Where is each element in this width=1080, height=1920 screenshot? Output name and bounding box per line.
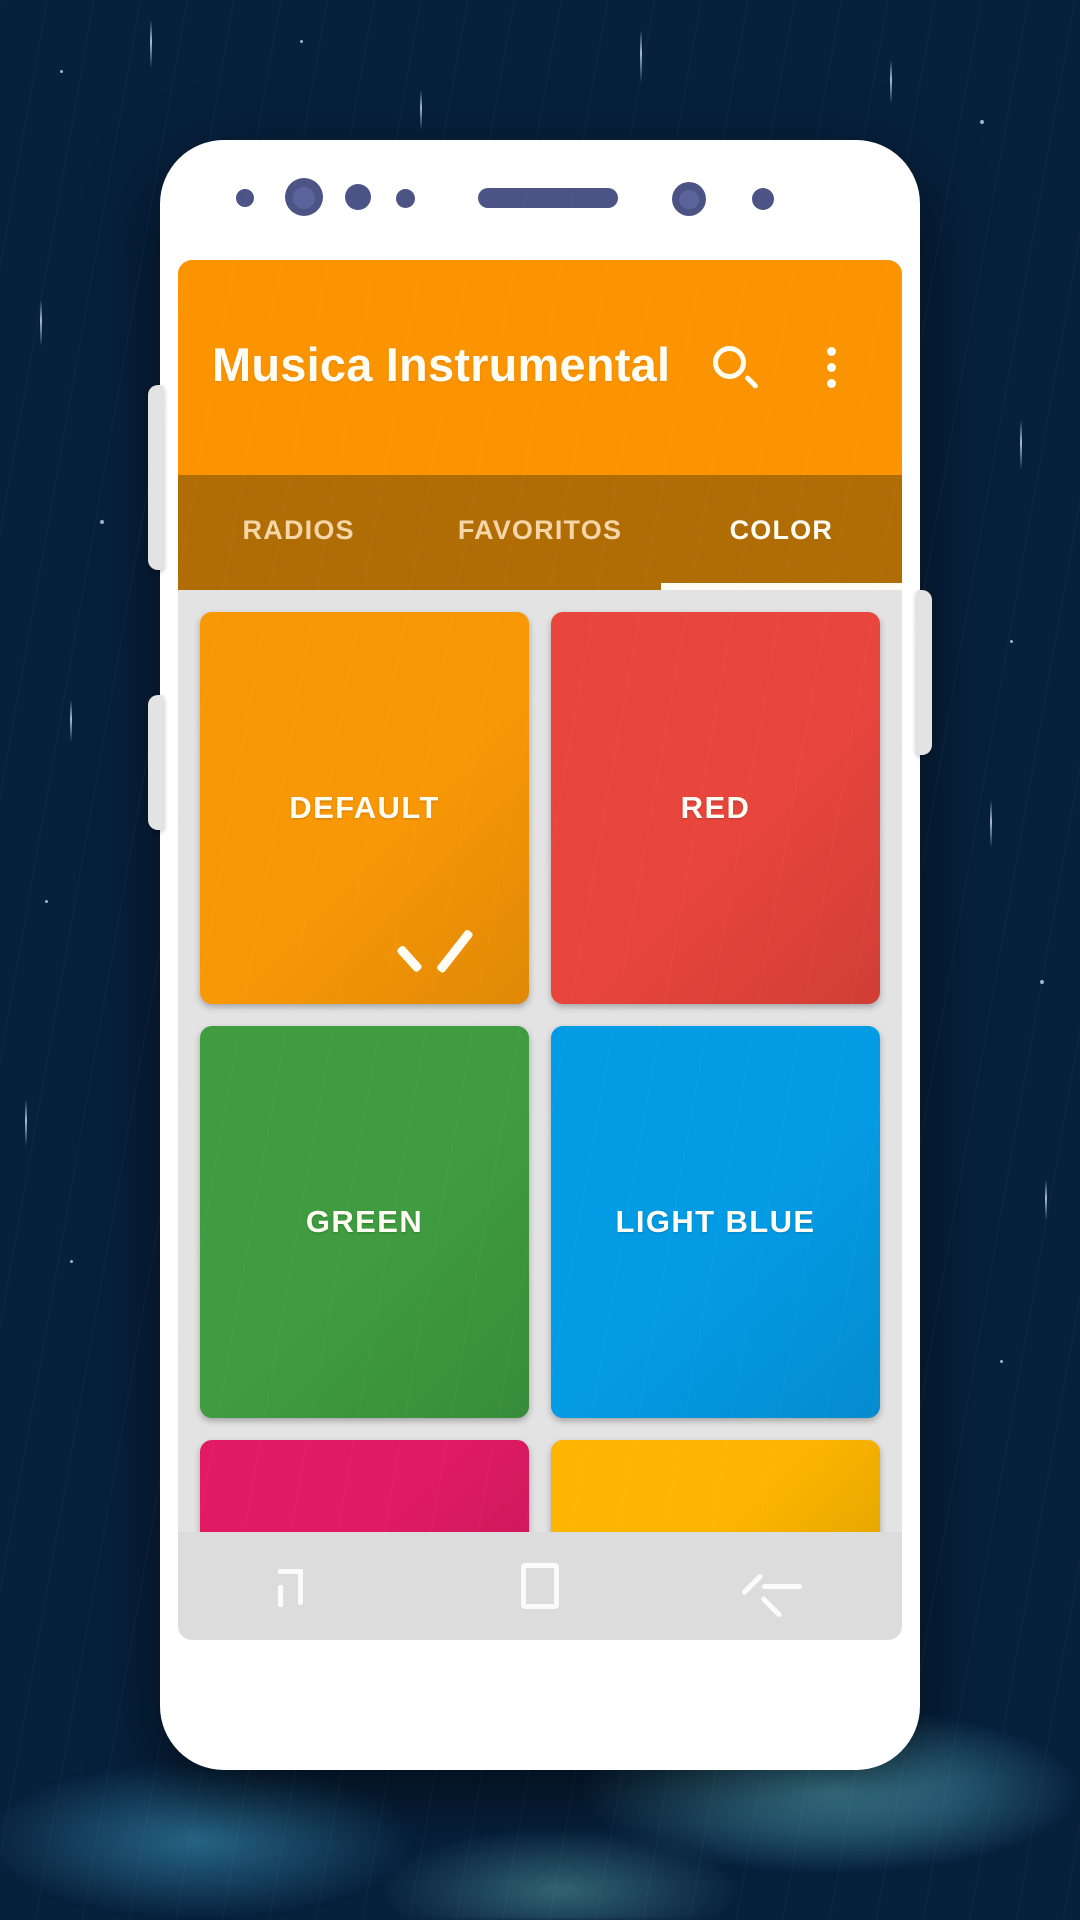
power-button[interactable] [916, 590, 932, 755]
overflow-menu-button[interactable] [794, 331, 868, 405]
recent-apps-button[interactable] [178, 1565, 419, 1607]
color-tile-red[interactable]: RED [551, 612, 880, 1004]
tab-color[interactable]: COLOR [660, 475, 902, 590]
home-icon [520, 1563, 559, 1609]
star [45, 900, 48, 903]
rain-streak [890, 60, 892, 104]
color-tile-label: DEFAULT [289, 790, 440, 825]
rain-streak [640, 30, 642, 82]
back-icon [758, 1563, 804, 1609]
color-tile-light-blue[interactable]: LIGHT BLUE [551, 1026, 880, 1418]
volume-down-button[interactable] [148, 695, 164, 830]
star [60, 70, 63, 73]
color-grid: DEFAULT RED GREEN LIGHT BLUE [178, 590, 902, 1532]
back-button[interactable] [661, 1563, 902, 1609]
color-tile-label: RED [680, 790, 751, 825]
color-tile-default[interactable]: DEFAULT [200, 612, 529, 1004]
rain-streak [990, 800, 992, 848]
rain-streak [420, 90, 422, 130]
star [1010, 640, 1013, 643]
sensor-dot [236, 189, 254, 207]
search-icon [713, 345, 759, 390]
more-vert-icon [826, 347, 836, 388]
star [980, 120, 984, 124]
star [1040, 980, 1044, 984]
rain-streak [25, 1100, 27, 1146]
front-camera-icon [285, 178, 323, 216]
color-tile-label: GREEN [305, 1204, 424, 1239]
star [1000, 1360, 1003, 1363]
search-button[interactable] [698, 331, 772, 405]
rain-streak [1020, 420, 1022, 470]
tab-label: COLOR [729, 515, 834, 545]
iris-scanner-icon [672, 182, 706, 216]
page-title: Musica Instrumental [212, 338, 671, 391]
recent-apps-icon [277, 1565, 320, 1607]
color-tile-pink[interactable] [200, 1440, 529, 1532]
rain-streak [150, 20, 152, 68]
color-tile-green[interactable]: GREEN [200, 1026, 529, 1418]
tab-bar: RADIOS FAVORITOS COLOR [178, 475, 902, 590]
wallpaper-background: Musica Instrumental RADIOS FAVORITOS COL… [0, 0, 1080, 1920]
star [70, 1260, 73, 1263]
app-bar: Musica Instrumental [178, 260, 902, 475]
color-tile-label: LIGHT BLUE [615, 1204, 816, 1239]
sensor-dot [752, 188, 774, 210]
color-tile-amber[interactable] [551, 1440, 880, 1532]
rain-streak [1045, 1180, 1047, 1220]
check-icon [413, 926, 485, 968]
tab-radios[interactable]: RADIOS [178, 475, 419, 590]
android-navigation-bar [178, 1532, 902, 1640]
volume-up-button[interactable] [148, 385, 164, 570]
earpiece-speaker [478, 188, 618, 208]
tab-label: RADIOS [242, 515, 355, 545]
star [300, 40, 303, 43]
sensor-dot [345, 184, 371, 210]
tab-label: FAVORITOS [457, 515, 623, 545]
rain-streak [40, 300, 42, 346]
sensor-dot [396, 189, 415, 208]
home-button[interactable] [419, 1563, 660, 1609]
tab-favoritos[interactable]: FAVORITOS [419, 475, 660, 590]
phone-device-frame: Musica Instrumental RADIOS FAVORITOS COL… [148, 140, 932, 1770]
rain-streak [70, 700, 72, 742]
star [100, 520, 104, 524]
sensor-array [160, 166, 920, 236]
phone-screen: Musica Instrumental RADIOS FAVORITOS COL… [178, 260, 902, 1640]
